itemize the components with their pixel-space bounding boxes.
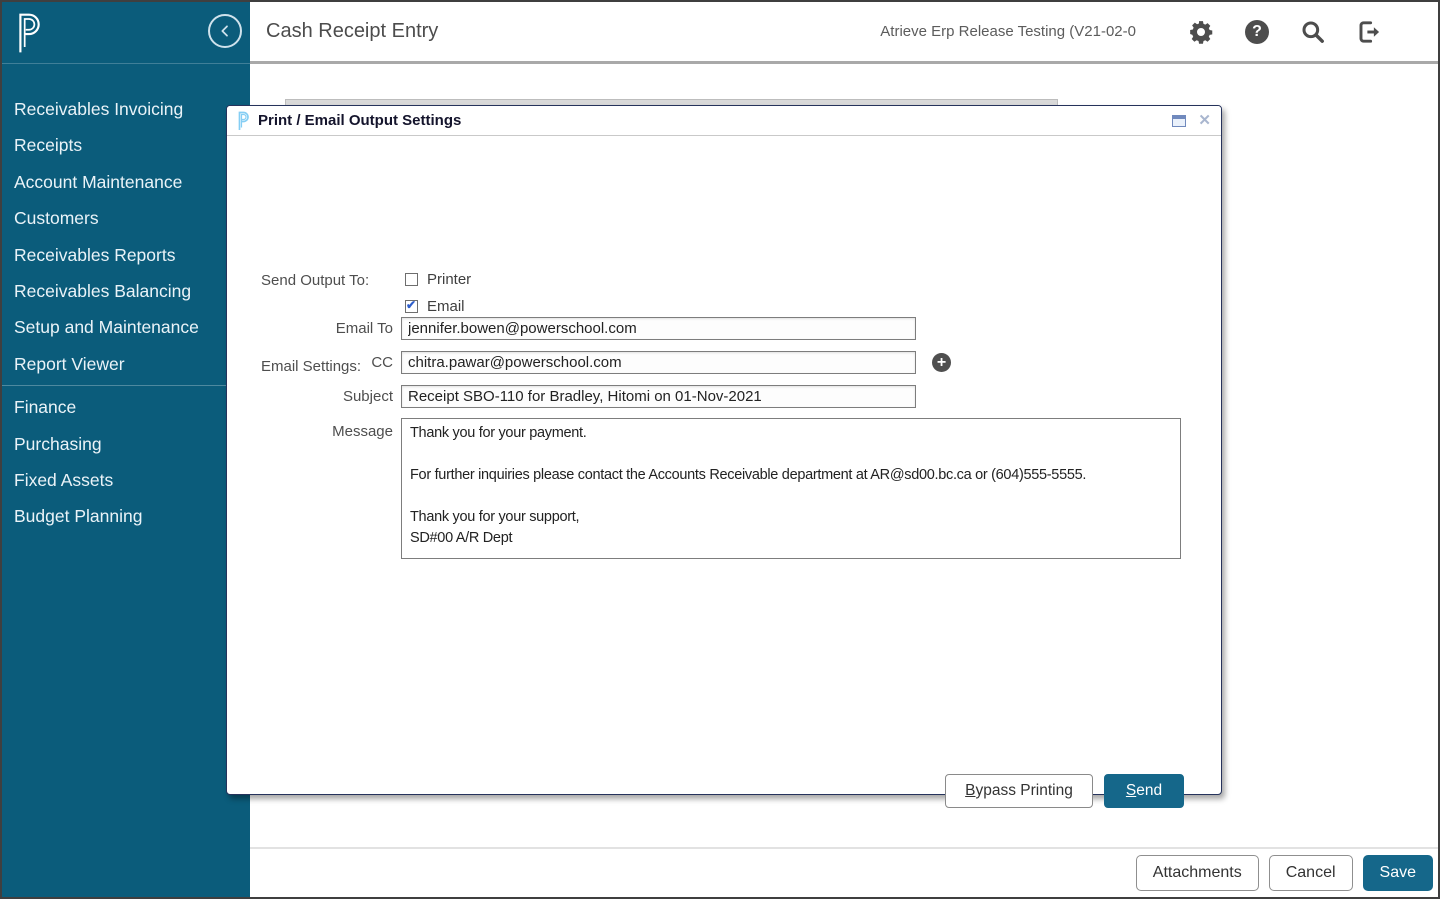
close-icon[interactable]: ✕ (1198, 113, 1211, 128)
email-checkbox[interactable] (405, 300, 418, 313)
cancel-button[interactable]: Cancel (1269, 855, 1353, 891)
powerschool-logo-icon (15, 11, 43, 55)
subject-input[interactable] (401, 385, 916, 408)
sidebar-item-purchasing[interactable]: Purchasing (2, 426, 250, 462)
email-option-row: Email (405, 298, 465, 315)
sidebar-item-receipts[interactable]: Receipts (2, 127, 250, 163)
top-bar: Cash Receipt Entry Atrieve Erp Release T… (250, 2, 1438, 64)
bypass-printing-button[interactable]: Bypass Printing (945, 774, 1093, 808)
cc-label: CC (227, 354, 393, 371)
sidebar-item-setup-and-maintenance[interactable]: Setup and Maintenance (2, 309, 250, 345)
sidebar-item-report-viewer[interactable]: Report Viewer (2, 346, 250, 382)
email-checkbox-label: Email (427, 298, 465, 315)
print-email-output-settings-dialog: Print / Email Output Settings ✕ Send Out… (226, 105, 1222, 795)
top-bar-right: Atrieve Erp Release Testing (V21-02-0 ? (880, 19, 1438, 45)
sidebar-header (2, 2, 250, 64)
send-button[interactable]: Send (1104, 774, 1184, 808)
page-footer: Attachments Cancel Save (250, 847, 1438, 897)
sidebar-item-receivables-invoicing[interactable]: Receivables Invoicing (2, 91, 250, 127)
save-button[interactable]: Save (1363, 855, 1433, 891)
collapse-sidebar-button[interactable] (208, 14, 242, 48)
printer-checkbox-label: Printer (427, 271, 471, 288)
powerschool-logo-icon (237, 111, 250, 131)
sidebar-item-receivables-reports[interactable]: Receivables Reports (2, 237, 250, 273)
dialog-body: Send Output To: Printer Email PDF Email … (227, 136, 1221, 795)
add-cc-icon[interactable]: + (932, 353, 951, 372)
message-label: Message (227, 423, 393, 440)
email-to-input[interactable] (401, 317, 916, 340)
search-icon[interactable] (1300, 19, 1326, 45)
sidebar-nav: Receivables Invoicing Receipts Account M… (2, 64, 250, 535)
help-icon[interactable]: ? (1244, 19, 1270, 45)
sidebar-item-customers[interactable]: Customers (2, 200, 250, 236)
app-window: Receivables Invoicing Receipts Account M… (0, 0, 1440, 899)
settings-gear-icon[interactable] (1188, 19, 1214, 45)
sidebar-item-account-maintenance[interactable]: Account Maintenance (2, 164, 250, 200)
environment-label: Atrieve Erp Release Testing (V21-02-0 (880, 23, 1136, 40)
dialog-title-bar[interactable]: Print / Email Output Settings ✕ (227, 106, 1221, 136)
dialog-title: Print / Email Output Settings (258, 112, 461, 129)
subject-label: Subject (227, 388, 393, 405)
dialog-button-row: Bypass Printing Send (227, 774, 1221, 808)
maximize-icon[interactable] (1172, 115, 1186, 127)
logout-icon[interactable] (1356, 19, 1382, 45)
send-output-to-label: Send Output To: (261, 272, 369, 289)
printer-checkbox[interactable] (405, 273, 418, 286)
attachments-button[interactable]: Attachments (1136, 855, 1259, 891)
sidebar-divider (2, 385, 250, 386)
sidebar-item-fixed-assets[interactable]: Fixed Assets (2, 462, 250, 498)
sidebar-item-receivables-balancing[interactable]: Receivables Balancing (2, 273, 250, 309)
printer-option-row: Printer (405, 271, 471, 288)
question-mark-glyph: ? (1245, 20, 1269, 44)
page-title: Cash Receipt Entry (266, 20, 438, 43)
cc-input[interactable] (401, 351, 916, 374)
message-textarea[interactable]: Thank you for your payment. For further … (401, 418, 1181, 559)
sidebar-item-budget-planning[interactable]: Budget Planning (2, 498, 250, 534)
sidebar-item-finance[interactable]: Finance (2, 389, 250, 425)
email-to-label: Email To (227, 320, 393, 337)
sidebar: Receivables Invoicing Receipts Account M… (2, 2, 250, 897)
